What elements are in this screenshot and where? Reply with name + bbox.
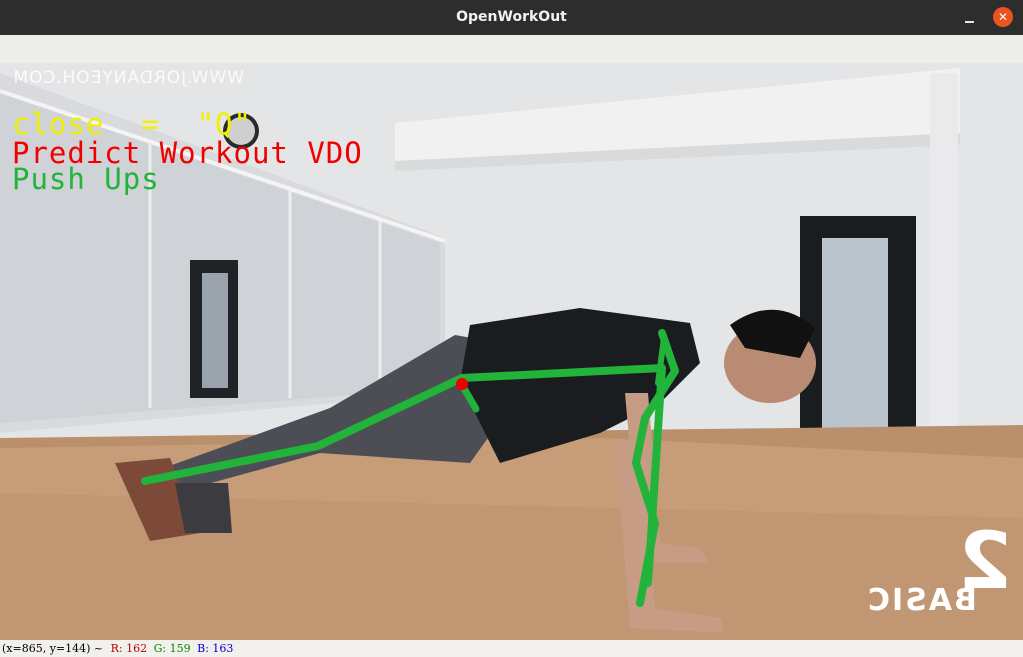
status-bar: (x=865, y=144) ~ R: 162 G: 159 B: 163 bbox=[0, 640, 1023, 657]
pixel-green-value: G: 159 bbox=[153, 642, 191, 655]
video-brand-word: BASIC bbox=[866, 583, 977, 618]
pixel-blue-value: B: 163 bbox=[197, 642, 234, 655]
cursor-position: (x=865, y=144) ~ bbox=[2, 642, 104, 655]
hip-keypoint bbox=[456, 378, 468, 390]
video-frame[interactable]: WWW.JORDANYEOH.COM close = "Q" Predict W… bbox=[0, 63, 1023, 640]
title-bar: OpenWorkOut ✕ bbox=[0, 0, 1023, 35]
window-title: OpenWorkOut bbox=[456, 9, 567, 25]
close-button[interactable]: ✕ bbox=[993, 7, 1013, 27]
close-hint-text: close = "Q" bbox=[12, 107, 252, 141]
minimize-button[interactable] bbox=[960, 6, 980, 28]
video-watermark: WWW.JORDANYEOH.COM bbox=[12, 68, 244, 88]
prediction-label: Push Ups bbox=[12, 162, 160, 196]
toolbar bbox=[0, 35, 1023, 64]
pixel-red-value: R: 162 bbox=[110, 642, 148, 655]
